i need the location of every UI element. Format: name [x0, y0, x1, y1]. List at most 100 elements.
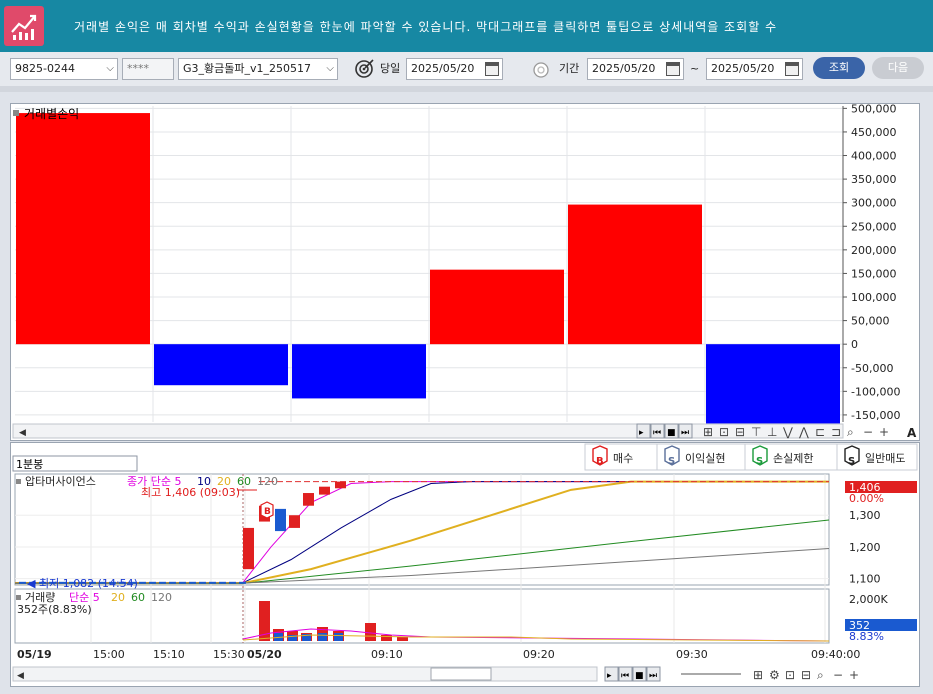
- top-chart-title: 거래별손익: [24, 107, 79, 121]
- chart-nav-icon[interactable]: ⏮: [653, 428, 661, 438]
- pane-marker-icon: [16, 479, 21, 484]
- ma-period-label: 120: [257, 475, 278, 488]
- y-tick-label: 200,000: [851, 244, 897, 257]
- chart-tool-icon[interactable]: +: [879, 425, 889, 439]
- pnl-bar[interactable]: [568, 204, 702, 345]
- scrollbar-thumb[interactable]: [430, 667, 492, 681]
- candle: [209, 581, 216, 584]
- price-pane: [14, 473, 830, 586]
- legend-label: 매수: [613, 452, 633, 465]
- period-separator: ~: [690, 62, 700, 75]
- calendar-icon[interactable]: [485, 62, 499, 76]
- chevron-down-icon[interactable]: ⌵: [106, 59, 114, 79]
- y-tick-label: 0: [851, 338, 858, 351]
- candle: [229, 581, 236, 584]
- y-tick-label: 450,000: [851, 126, 897, 139]
- chart-nav-icon[interactable]: ■: [635, 671, 644, 681]
- candle: [199, 581, 206, 584]
- candle: [319, 486, 330, 495]
- chart-tool-icon[interactable]: −: [863, 425, 873, 439]
- chart-nav-icon[interactable]: ⏭: [681, 428, 689, 438]
- chart-tool-icon[interactable]: ⊤: [751, 425, 761, 439]
- chart-tool-icon[interactable]: ⊡: [785, 668, 795, 682]
- chart-tool-icon[interactable]: ⊞: [753, 668, 763, 682]
- chart-tool-icon[interactable]: −: [833, 668, 843, 682]
- buy-badge-icon[interactable]: B: [260, 501, 274, 519]
- period-to-input[interactable]: 2025/05/20: [706, 58, 803, 80]
- next-button[interactable]: 다음: [872, 57, 924, 79]
- candle: [169, 581, 176, 584]
- pnl-bar[interactable]: [292, 344, 426, 399]
- chart-title-marker-icon: [13, 110, 19, 116]
- strategy-select[interactable]: G3_황금돌파_v1_250517 ⌵: [178, 58, 338, 80]
- volume-ma-period-label: 60: [131, 591, 145, 604]
- chart-tool-icon[interactable]: ⌕: [817, 668, 824, 682]
- volume-bar: [318, 633, 327, 641]
- y-tick-label: 400,000: [851, 150, 897, 163]
- candle: [243, 527, 254, 570]
- scroll-left-icon[interactable]: ◀: [17, 671, 24, 681]
- chart-tool-icon[interactable]: +: [849, 668, 859, 682]
- chart-nav-icon[interactable]: ■: [667, 428, 676, 438]
- pnl-bar[interactable]: [16, 113, 150, 345]
- y-tick-label: 100,000: [851, 291, 897, 304]
- chart-tool-icon[interactable]: ⊐: [831, 425, 841, 439]
- volume-ma-period-label: 20: [111, 591, 125, 604]
- splitter[interactable]: [0, 86, 933, 92]
- pane-marker-icon: [16, 595, 21, 600]
- price-tick-label: 1,300: [849, 509, 881, 522]
- password-field[interactable]: ****: [122, 58, 174, 80]
- bottom-horizontal-scrollbar[interactable]: [12, 666, 598, 682]
- chart-nav-icon[interactable]: ⏭: [649, 671, 657, 681]
- price-chart-panel: 1분봉 B 매수 S 이익실현 S 손실제한 S 일반매도 B 1,100 1,200 1,300…: [10, 442, 920, 687]
- time-tick-label: 09:40:00: [811, 648, 860, 661]
- pnl-bar[interactable]: [154, 344, 288, 386]
- period-radio-icon[interactable]: [532, 61, 550, 79]
- calendar-icon[interactable]: [785, 62, 799, 76]
- volume-bar: [381, 635, 392, 641]
- interval-label: 1분봉: [16, 458, 43, 471]
- font-size-icon[interactable]: A: [907, 426, 917, 440]
- chart-tool-icon[interactable]: ⋁: [782, 425, 793, 439]
- ma20-line: [15, 480, 829, 585]
- candle: [303, 493, 314, 506]
- y-tick-label: 500,000: [851, 104, 897, 115]
- info-banner: 거래별 손익은 매 회차별 수익과 손실현황을 한눈에 파악할 수 있습니다. …: [0, 0, 933, 52]
- time-tick-label: 09:20: [523, 648, 555, 661]
- time-tick-label: 15:30: [213, 648, 245, 661]
- chart-tool-icon[interactable]: ⊏: [815, 425, 825, 439]
- calendar-icon[interactable]: [666, 62, 680, 76]
- chart-nav-icon[interactable]: ▸: [607, 671, 612, 681]
- account-select[interactable]: 9825-0244 ⌵: [10, 58, 118, 80]
- chart-tool-icon[interactable]: ⊟: [735, 425, 745, 439]
- search-button[interactable]: 조회: [813, 57, 865, 79]
- pnl-bar[interactable]: [706, 344, 840, 424]
- chevron-down-icon[interactable]: ⌵: [326, 59, 334, 79]
- pnl-bar[interactable]: [430, 269, 564, 345]
- chart-tool-icon[interactable]: ⊞: [703, 425, 713, 439]
- chart-tool-icon[interactable]: ⊟: [801, 668, 811, 682]
- time-tick-label: 05/20: [247, 648, 282, 661]
- chart-tool-icon[interactable]: ⊡: [719, 425, 729, 439]
- time-tick-label: 09:10: [371, 648, 403, 661]
- svg-text:B: B: [264, 507, 271, 517]
- scroll-left-icon[interactable]: ◀: [19, 428, 26, 438]
- chart-nav-icon[interactable]: ⏮: [621, 671, 629, 681]
- chart-tool-icon[interactable]: ⚙: [769, 668, 780, 682]
- password-value: ****: [127, 62, 149, 75]
- chart-tool-icon[interactable]: ⋀: [798, 425, 809, 439]
- time-tick-label: 09:30: [676, 648, 708, 661]
- period-from-input[interactable]: 2025/05/20: [587, 58, 684, 80]
- time-tick-label: 15:00: [93, 648, 125, 661]
- price-volume-chart[interactable]: 1분봉 B 매수 S 이익실현 S 손실제한 S 일반매도 B 1,100 1,200 1,300…: [11, 443, 919, 686]
- today-date-input[interactable]: 2025/05/20: [406, 58, 503, 80]
- time-tick-label: 05/19: [17, 648, 52, 661]
- current-volume-pct: 8.83%: [849, 630, 884, 643]
- chart-nav-icon[interactable]: ▸: [639, 428, 644, 438]
- candle: [149, 581, 156, 584]
- banner-text: 거래별 손익은 매 회차별 수익과 손실현황을 한눈에 파악할 수 있습니다. …: [74, 20, 778, 34]
- y-tick-label: 50,000: [851, 315, 890, 328]
- chart-tool-icon[interactable]: ⊥: [767, 425, 777, 439]
- trade-pnl-chart[interactable]: 500,000 450,000 400,000 350,000 300,000 250,0…: [11, 104, 919, 440]
- chart-tool-icon[interactable]: ⌕: [847, 425, 854, 439]
